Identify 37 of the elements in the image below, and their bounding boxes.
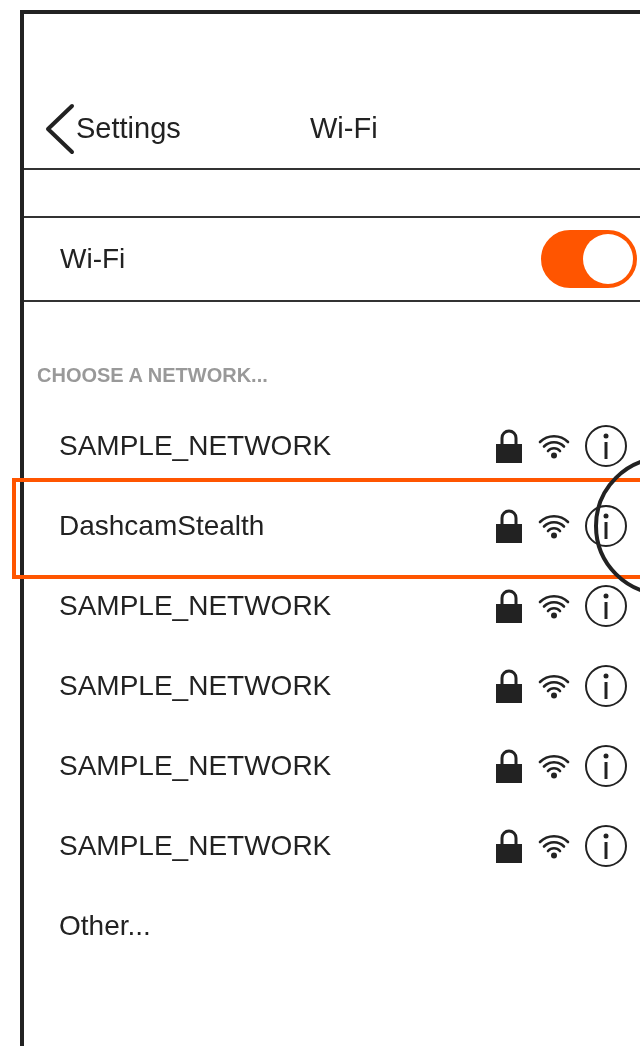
wifi-signal-icon [538,593,570,619]
info-letter-icon [603,753,609,779]
network-name: DashcamStealth [59,509,266,543]
info-letter-icon [603,513,609,539]
info-button[interactable] [585,825,627,867]
chevron-left-icon [44,102,76,156]
info-button[interactable] [585,745,627,787]
screen-title: Wi-Fi [310,111,378,147]
wifi-toggle[interactable] [541,230,637,288]
back-button[interactable]: Settings [44,102,181,156]
lock-icon [495,669,523,703]
info-letter-icon [603,833,609,859]
info-letter-icon [603,433,609,459]
info-letter-icon [603,673,609,699]
wifi-signal-icon [538,513,570,539]
info-button[interactable] [585,425,627,467]
info-letter-icon [603,593,609,619]
lock-icon [495,749,523,783]
info-button[interactable] [585,585,627,627]
info-button[interactable] [585,665,627,707]
network-name: SAMPLE_NETWORK [59,429,333,463]
other-network-item[interactable]: Other... [59,905,151,947]
network-name: SAMPLE_NETWORK [59,589,333,623]
lock-icon [495,589,523,623]
info-button[interactable] [585,505,627,547]
lock-icon [495,429,523,463]
wifi-signal-icon [538,673,570,699]
wifi-signal-icon [538,433,570,459]
network-name: SAMPLE_NETWORK [59,829,333,863]
lock-icon [495,509,523,543]
lock-icon [495,829,523,863]
network-name: SAMPLE_NETWORK [59,749,333,783]
wifi-label: Wi-Fi [60,242,127,276]
wifi-signal-icon [538,753,570,779]
wifi-signal-icon [538,833,570,859]
section-header: CHOOSE A NETWORK... [37,363,268,388]
network-name: SAMPLE_NETWORK [59,669,333,703]
